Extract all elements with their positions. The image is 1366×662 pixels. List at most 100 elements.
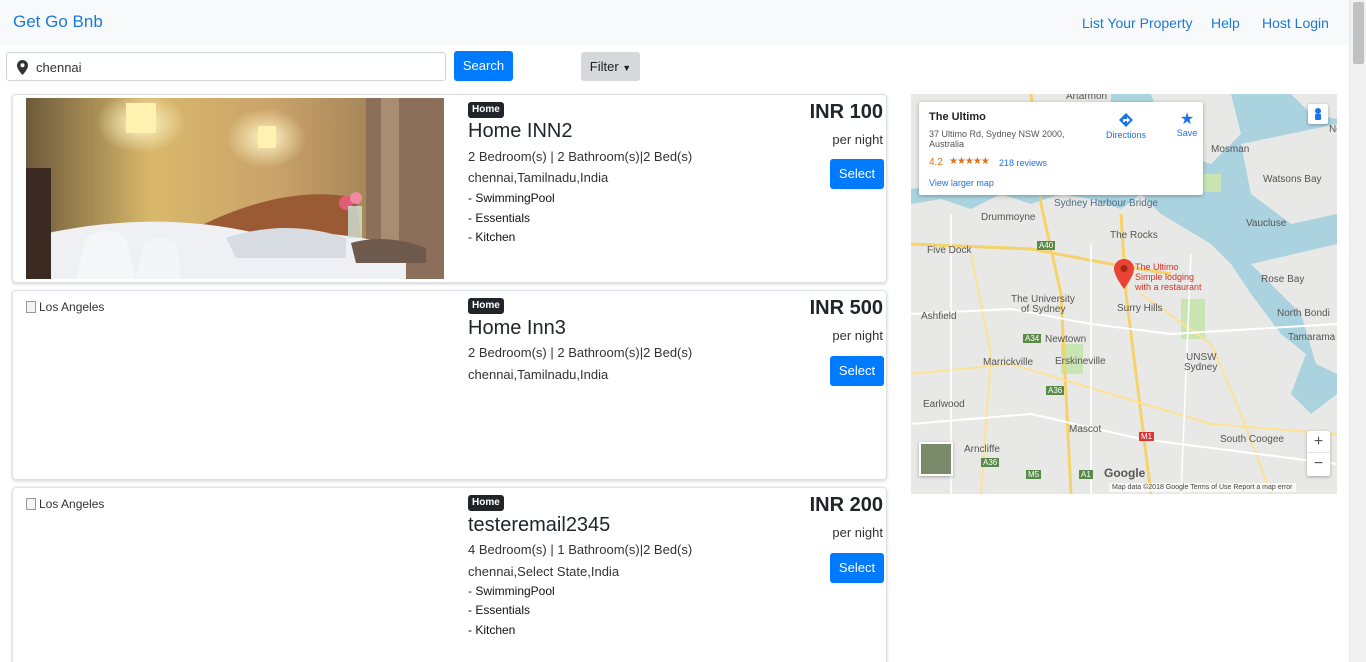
map-label: Rose Bay [1261, 274, 1305, 285]
pin-subtitle: Simple lodging [1135, 272, 1195, 282]
listing-price: INR 200 [809, 494, 883, 516]
listing-location: chennai,Select State,India [468, 564, 620, 579]
listing-details: 2 Bedroom(s) | 2 Bathroom(s)|2 Bed(s) [468, 149, 693, 164]
save-label: Save [1176, 128, 1198, 138]
listing-image-broken[interactable]: Los Angeles [26, 497, 104, 511]
map-label: Mascot [1069, 424, 1102, 435]
directions-label: Directions [1105, 130, 1146, 140]
listing-image-alt: Los Angeles [39, 497, 105, 511]
road-shield: A36 [1046, 386, 1065, 395]
caret-down-icon: ▼ [622, 63, 632, 73]
select-button[interactable]: Select [830, 159, 884, 189]
select-button[interactable]: Select [830, 356, 884, 386]
map-label: The Rocks [1110, 230, 1158, 241]
listing-image[interactable] [26, 98, 444, 279]
place-info-card: The Ultimo 37 Ultimo Rd, Sydney NSW 2000… [919, 102, 1203, 195]
view-larger-map-link[interactable]: View larger map [929, 178, 994, 188]
map-label: Watsons Bay [1263, 174, 1322, 185]
filter-button[interactable]: Filter ▼ [581, 52, 640, 81]
google-logo: Google [1104, 466, 1146, 480]
rating-stars-icon: ★★★★★ [949, 156, 990, 167]
listing-title[interactable]: Home Inn3 [468, 317, 566, 340]
map-label: Drummoyne [981, 212, 1036, 223]
search-input[interactable]: chennai [6, 52, 446, 81]
map-marker-icon [17, 60, 28, 75]
listing-image-alt: Los Angeles [39, 300, 105, 314]
listing-location: chennai,Tamilnadu,India [468, 367, 609, 382]
page-scrollbar[interactable] [1349, 0, 1366, 662]
listing-amenity: - Essentials [468, 211, 531, 225]
save-button[interactable]: ★ Save [1172, 111, 1202, 139]
map-label: Tamarama [1288, 332, 1336, 343]
zoom-control: + − [1307, 431, 1330, 476]
road-shield: A36 [981, 458, 1000, 467]
map-label: Arncliffe [964, 444, 1000, 455]
pin-label: The Ultimo Simple lodging with a restaur… [1135, 262, 1202, 292]
pin-title: The Ultimo [1135, 262, 1179, 272]
map-label: Sydney [1184, 362, 1218, 373]
satellite-toggle[interactable] [919, 442, 953, 476]
nav-host-login[interactable]: Host Login [1262, 15, 1329, 31]
listing-title[interactable]: Home INN2 [468, 120, 572, 143]
map-label: Vaucluse [1246, 218, 1287, 229]
listing-per-night: per night [832, 525, 883, 540]
listing-type-badge: Home [468, 495, 504, 511]
nav-help[interactable]: Help [1211, 15, 1240, 31]
search-value: chennai [36, 60, 82, 75]
map-label: North Bondi [1277, 308, 1330, 319]
scrollbar-thumb[interactable] [1353, 2, 1364, 64]
zoom-out-button[interactable]: − [1307, 453, 1330, 475]
map-embed[interactable]: Artarmon Nor Mosman Watsons Bay Drummoyn… [911, 94, 1337, 494]
listing-details: 2 Bedroom(s) | 2 Bathroom(s)|2 Bed(s) [468, 345, 693, 360]
select-button[interactable]: Select [830, 553, 884, 583]
map-label: Earlwood [923, 399, 965, 410]
map-label: Marrickville [983, 357, 1033, 368]
map-label: Surry Hills [1117, 303, 1163, 314]
map-label: of Sydney [1021, 304, 1066, 315]
listing-amenity: - Essentials [468, 603, 531, 617]
pin-subtitle-2: with a restaurant [1135, 282, 1202, 292]
listing-type-badge: Home [468, 298, 504, 314]
navbar: Get Go Bnb List Your Property Help Host … [0, 0, 1349, 45]
map-label: Ashfield [921, 311, 957, 322]
directions-icon [1119, 113, 1133, 127]
place-rating: 4.2 [929, 157, 943, 168]
listing-price: INR 100 [809, 101, 883, 123]
map-label: Nor [1329, 124, 1337, 135]
place-address: 37 Ultimo Rd, Sydney NSW 2000, Australia [929, 129, 1065, 149]
map-label: Erskineville [1055, 356, 1106, 367]
listing-location: chennai,Tamilnadu,India [468, 170, 609, 185]
reviews-link[interactable]: 218 reviews [999, 158, 1047, 168]
listing-image-broken[interactable]: Los Angeles [26, 300, 104, 314]
road-shield: A34 [1023, 334, 1042, 343]
road-shield: M1 [1139, 432, 1155, 441]
broken-image-icon [26, 498, 36, 510]
filter-label: Filter [589, 59, 619, 74]
listing-per-night: per night [832, 132, 883, 147]
map-attribution: Map data ©2018 Google Terms of Use Repor… [1109, 483, 1296, 492]
listing-amenity: - SwimmingPool [468, 584, 555, 598]
star-icon: ★ [1179, 111, 1195, 128]
road-shield: A1 [1079, 470, 1093, 479]
street-view-pegman-icon[interactable] [1308, 104, 1328, 124]
road-shield: A40 [1037, 241, 1056, 250]
location-pin-icon[interactable] [1114, 259, 1134, 289]
listing-price: INR 500 [809, 297, 883, 319]
nav-list-your-property[interactable]: List Your Property [1082, 15, 1193, 31]
search-button[interactable]: Search [454, 51, 513, 81]
map-label: Five Dock [927, 245, 972, 256]
listing-card: Los Angeles Home Home Inn3 2 Bedroom(s) … [12, 290, 887, 480]
listing-amenity: - SwimmingPool [468, 191, 555, 205]
broken-image-icon [26, 301, 36, 313]
map-label: Newtown [1045, 334, 1087, 345]
listing-details: 4 Bedroom(s) | 1 Bathroom(s)|2 Bed(s) [468, 542, 693, 557]
directions-button[interactable]: Directions [1102, 112, 1150, 140]
listing-type-badge: Home [468, 102, 504, 118]
listing-title[interactable]: testeremail2345 [468, 514, 610, 537]
brand-link[interactable]: Get Go Bnb [13, 12, 103, 32]
map-label: Artarmon [1066, 94, 1108, 102]
zoom-in-button[interactable]: + [1307, 431, 1330, 453]
map-label: South Coogee [1220, 434, 1284, 445]
map-label: Sydney Harbour Bridge [1054, 198, 1158, 209]
place-name: The Ultimo [929, 111, 986, 123]
